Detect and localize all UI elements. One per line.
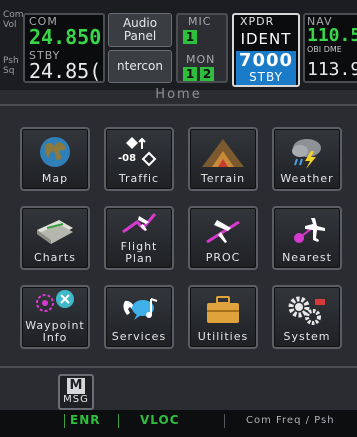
squawk-display[interactable]: 7000 STBY: [236, 51, 296, 85]
msg-icon: M: [67, 378, 85, 394]
globe-icon: [22, 135, 88, 169]
utilities-label: Utilities: [197, 330, 249, 343]
services-label: Services: [111, 330, 167, 343]
flight-plan-icon: [106, 210, 172, 244]
map-label: Map: [41, 172, 69, 185]
weather-button[interactable]: Weather: [272, 127, 342, 191]
nav-active-frequency: 110.5: [307, 25, 357, 46]
procedure-icon: [190, 214, 256, 248]
waypoint-info-button[interactable]: Waypoint Info: [20, 285, 90, 349]
traffic-button[interactable]: -08 Traffic: [104, 127, 174, 191]
charts-icon: [22, 214, 88, 248]
mic-mon-panel[interactable]: MIC 1 MON 1 2: [176, 13, 228, 83]
services-icon: [106, 293, 172, 327]
footer-divider: [0, 366, 357, 368]
toolbox-icon: [190, 293, 256, 327]
proc-label: PROC: [205, 251, 241, 264]
charts-button[interactable]: Charts: [20, 206, 90, 270]
status-divider: [64, 414, 65, 428]
status-divider: [118, 414, 119, 428]
mon-1-selection[interactable]: 1: [183, 67, 197, 81]
traffic-label: Traffic: [118, 172, 160, 185]
com-standby-frequency: 24.85(: [29, 59, 102, 83]
weather-label: Weather: [280, 172, 334, 185]
push-squelch-label: Psh Sq: [3, 56, 19, 76]
waypoint-icon: [22, 289, 88, 323]
knob-hint: Com Freq / Psh: [246, 415, 335, 426]
msg-label: MSG: [63, 394, 89, 405]
system-button[interactable]: System: [272, 285, 342, 349]
nav-frequency-panel[interactable]: NAV 110.5 OBI DME 113.9: [303, 13, 357, 83]
mon-label: MON: [186, 53, 216, 66]
audio-panel-button[interactable]: Audio Panel: [108, 13, 172, 47]
services-button[interactable]: Services: [104, 285, 174, 349]
gears-icon: [274, 293, 340, 327]
system-label: System: [283, 330, 331, 343]
flight-plan-label: Flight Plan: [120, 240, 158, 265]
com-active-frequency: 24.850: [29, 25, 102, 49]
traffic-altitude: -08: [118, 153, 137, 164]
status-divider: [224, 414, 225, 428]
traffic-icon: -08: [106, 135, 172, 169]
ident-button[interactable]: IDENT: [234, 30, 298, 48]
com-frequency-panel[interactable]: COM 24.850 STBY 24.85(: [23, 13, 105, 83]
nearest-icon: [274, 214, 340, 248]
status-bar: ENR VLOC Com Freq / Psh: [0, 410, 357, 437]
com-vol-label: Com Vol: [3, 10, 24, 30]
header-divider: [0, 104, 357, 106]
xpdr-mode: STBY: [249, 70, 283, 84]
mon-2-selection[interactable]: 2: [200, 67, 214, 81]
enr-mode: ENR: [70, 413, 101, 427]
transponder-panel[interactable]: XPDR IDENT 7000 STBY: [232, 13, 300, 87]
mic-label: MIC: [188, 15, 212, 28]
xpdr-label: XPDR: [240, 15, 275, 28]
map-button[interactable]: Map: [20, 127, 90, 191]
mic-selection[interactable]: 1: [183, 30, 197, 44]
obi-dme-label: OBI DME: [307, 45, 342, 54]
page-title: Home: [155, 87, 202, 102]
waypoint-info-label: Waypoint Info: [25, 319, 85, 344]
terrain-label: Terrain: [200, 172, 246, 185]
squawk-code: 7000: [238, 50, 294, 71]
vloc-mode: VLOC: [140, 413, 180, 427]
msg-button[interactable]: M MSG: [58, 374, 94, 410]
storm-cloud-icon: [274, 135, 340, 169]
charts-label: Charts: [34, 251, 76, 264]
terrain-button[interactable]: Terrain: [188, 127, 258, 191]
nearest-button[interactable]: Nearest: [272, 206, 342, 270]
utilities-button[interactable]: Utilities: [188, 285, 258, 349]
nearest-label: Nearest: [282, 251, 332, 264]
proc-button[interactable]: PROC: [188, 206, 258, 270]
mountain-icon: [190, 135, 256, 169]
radio-bar: Com Vol Psh Sq COM 24.850 STBY 24.85( Audi…: [0, 0, 357, 90]
intercom-button[interactable]: ntercon: [108, 50, 172, 83]
nav-standby-frequency: 113.9: [307, 59, 357, 80]
flight-plan-button[interactable]: Flight Plan: [104, 206, 174, 270]
